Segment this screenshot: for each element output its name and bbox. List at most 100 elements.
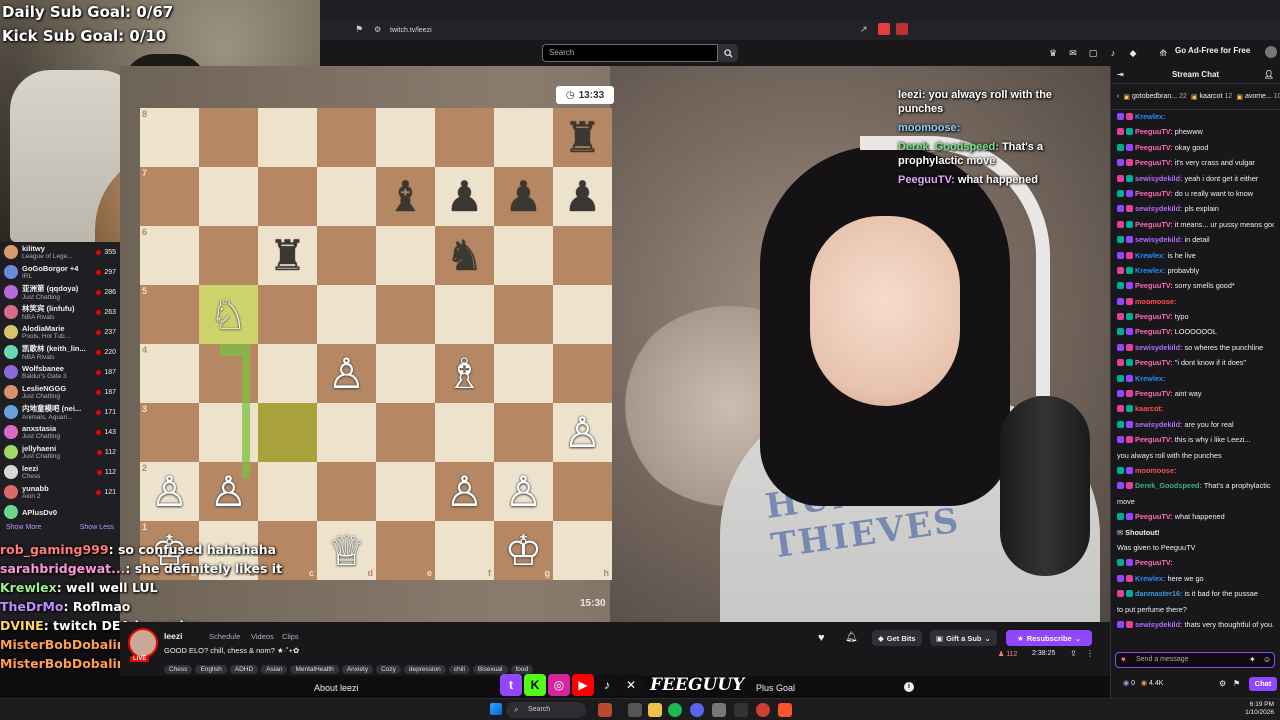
chess-square[interactable] bbox=[376, 403, 435, 462]
site-info-icon[interactable]: ⚙ bbox=[374, 25, 381, 34]
inbox-icon[interactable]: ✉ bbox=[1068, 48, 1078, 58]
sidebar-channel-item[interactable]: kilitwy League of Lege... 355 bbox=[0, 242, 120, 262]
chess-square[interactable] bbox=[553, 462, 612, 521]
chat-username[interactable]: sewisydekild: bbox=[1135, 235, 1182, 244]
stream-video-player[interactable]: HUNDRED THIEVES ◷13:33 8♜7♝♟♟♟6♜♞5♘4♙♗3♙… bbox=[120, 66, 1110, 622]
stream-tag[interactable]: chill bbox=[448, 665, 470, 674]
whispers-icon[interactable]: ▢ bbox=[1088, 48, 1098, 58]
chess-square[interactable] bbox=[258, 108, 317, 167]
chess-square[interactable] bbox=[376, 108, 435, 167]
chat-username[interactable]: sewisydekild: bbox=[1135, 620, 1182, 629]
chess-square[interactable] bbox=[553, 344, 612, 403]
chess-square[interactable] bbox=[317, 167, 376, 226]
chessboard[interactable]: 8 ♜ 7 ♝ ♟ ♟ ♟ 6 ♜ ♞ 5 ♘ 4 ♙ ♗ 3 ♙ 2 ♙ ♙ ♙ ♙ 1 a ♔ b c d ♕ e f g ♔ h bbox=[140, 108, 612, 580]
notification-bell-icon[interactable]: 🔔︎ bbox=[845, 632, 858, 643]
stream-tag[interactable]: Asian bbox=[261, 665, 288, 674]
taskbar-app-icon[interactable] bbox=[598, 703, 612, 717]
chess-piece-icon[interactable]: ♙ bbox=[151, 470, 189, 513]
discord-icon[interactable] bbox=[690, 703, 704, 717]
chess-square[interactable] bbox=[199, 167, 258, 226]
chrome-icon[interactable] bbox=[756, 703, 770, 717]
sidebar-channel-item[interactable]: AlodiaMarie Pools, Hot Tub... 237 bbox=[0, 322, 120, 342]
chess-piece-icon[interactable]: ♙ bbox=[505, 470, 543, 513]
chat-username[interactable]: sewisydekild: bbox=[1135, 174, 1182, 183]
chess-piece-icon[interactable]: ♙ bbox=[446, 470, 484, 513]
chess-square[interactable] bbox=[376, 226, 435, 285]
emote-picker-icon[interactable]: ☺ bbox=[1263, 655, 1271, 664]
sidebar-channel-item[interactable]: 亚洲第 (qqdoya) Just Chatting 286 bbox=[0, 282, 120, 302]
chess-square[interactable] bbox=[494, 108, 553, 167]
chat-username[interactable]: PeeguuTV: bbox=[1135, 312, 1173, 321]
users-icon[interactable]: 👤︎ bbox=[1264, 66, 1274, 84]
chat-username[interactable]: Krewlex: bbox=[1135, 112, 1165, 121]
chess-square[interactable] bbox=[435, 108, 494, 167]
sidebar-channel-item[interactable]: 凯歌林 (keith_lin... NBA Rivals 220 bbox=[0, 342, 120, 362]
chess-square[interactable]: ♜ bbox=[258, 226, 317, 285]
chat-send-button[interactable]: Chat bbox=[1249, 677, 1277, 691]
chess-square[interactable] bbox=[199, 108, 258, 167]
bookmark-icon[interactable]: ⚑ bbox=[355, 24, 363, 35]
chess-square[interactable] bbox=[199, 226, 258, 285]
chess-square[interactable]: 2 ♙ bbox=[140, 462, 199, 521]
chess-piece-icon[interactable]: ♘ bbox=[210, 293, 248, 336]
chess-piece-icon[interactable]: ♟ bbox=[564, 175, 602, 218]
chat-username[interactable]: PeeguuTV: bbox=[1135, 327, 1173, 336]
chess-square[interactable]: ♟ bbox=[435, 167, 494, 226]
chess-piece-icon[interactable]: ♟ bbox=[505, 175, 543, 218]
stream-tag[interactable]: ADHD bbox=[229, 665, 259, 674]
chat-username[interactable]: Krewlex: bbox=[1135, 251, 1165, 260]
sidebar-channel-item[interactable]: APlusDv0 bbox=[0, 502, 120, 522]
chat-username[interactable]: PeeguuTV: bbox=[1135, 281, 1173, 290]
chess-piece-icon[interactable]: ♗ bbox=[446, 352, 484, 395]
tab-videos[interactable]: Videos bbox=[251, 632, 274, 641]
chess-square[interactable]: ♙ bbox=[553, 403, 612, 462]
chat-username[interactable]: PeeguuTV: bbox=[1135, 158, 1173, 167]
chess-square[interactable]: ♜ bbox=[553, 108, 612, 167]
stream-tag[interactable]: Anxiety bbox=[341, 665, 374, 674]
chess-square[interactable] bbox=[258, 403, 317, 462]
chat-username[interactable]: danmaster16: bbox=[1135, 589, 1182, 598]
chess-square[interactable]: ♗ bbox=[435, 344, 494, 403]
chess-square[interactable] bbox=[553, 226, 612, 285]
gift-leader[interactable]: ▣ kaarcot 12 bbox=[1191, 93, 1232, 101]
chess-square[interactable]: ♙ bbox=[494, 462, 553, 521]
stream-tag[interactable]: Cozy bbox=[376, 665, 401, 674]
chat-username[interactable]: moomoose: bbox=[1135, 297, 1176, 306]
chat-username[interactable]: moomoose: bbox=[1135, 466, 1176, 475]
chess-square[interactable]: ♝ bbox=[376, 167, 435, 226]
chess-piece-icon[interactable]: ♜ bbox=[269, 234, 307, 277]
bits-icon[interactable]: ◆ bbox=[1128, 48, 1138, 58]
prime-icon[interactable]: ⟰ bbox=[1158, 48, 1168, 58]
chat-username[interactable]: Krewlex: bbox=[1135, 574, 1165, 583]
chess-square[interactable]: 7 bbox=[140, 167, 199, 226]
chess-square[interactable] bbox=[317, 462, 376, 521]
stream-tag[interactable]: depression bbox=[403, 665, 446, 674]
sidebar-channel-item[interactable]: anxstasia Just Chatting 143 bbox=[0, 422, 120, 442]
settings-icon[interactable]: ⚙ bbox=[1219, 679, 1226, 688]
chess-square[interactable] bbox=[317, 226, 376, 285]
chat-username[interactable]: sewisydekild: bbox=[1135, 420, 1182, 429]
chevron-left-icon[interactable]: ‹ bbox=[1117, 93, 1119, 100]
chess-square[interactable]: ♞ bbox=[435, 226, 494, 285]
taskbar-search[interactable]: ⌕ Search bbox=[506, 702, 586, 718]
chess-piece-icon[interactable]: ♜ bbox=[564, 116, 602, 159]
sidebar-channel-item[interactable]: jellyhaeni Just Chatting 112 bbox=[0, 442, 120, 462]
chat-username[interactable]: PeeguuTV: bbox=[1135, 143, 1173, 152]
chess-piece-icon[interactable]: ♔ bbox=[505, 529, 543, 572]
chess-square[interactable] bbox=[258, 462, 317, 521]
stream-tag[interactable]: MentalHealth bbox=[290, 665, 339, 674]
gift-leader[interactable]: ▣ avome... 10 bbox=[1236, 93, 1280, 101]
chess-square[interactable]: ♘ bbox=[199, 285, 258, 344]
sidebar-channel-item[interactable]: 林笑宾 (linfufu) NBA Rivals 263 bbox=[0, 302, 120, 322]
chat-username[interactable]: Shoutout! bbox=[1125, 528, 1159, 537]
more-options-icon[interactable]: ⋮ bbox=[1086, 649, 1094, 658]
brave-shield-icon[interactable] bbox=[878, 23, 890, 35]
chess-square[interactable] bbox=[494, 344, 553, 403]
chess-square[interactable] bbox=[258, 344, 317, 403]
chess-square[interactable]: 6 bbox=[140, 226, 199, 285]
url-text[interactable]: twitch.tv/leezi bbox=[390, 24, 432, 37]
chat-username[interactable]: PeeguuTV: bbox=[1135, 389, 1173, 398]
sidebar-channel-item[interactable]: leezi Chess 112 bbox=[0, 462, 120, 482]
chat-username[interactable]: Krewlex: bbox=[1135, 266, 1165, 275]
sidebar-channel-item[interactable]: Wolfsbanee Baldur's Gate 3 187 bbox=[0, 362, 120, 382]
